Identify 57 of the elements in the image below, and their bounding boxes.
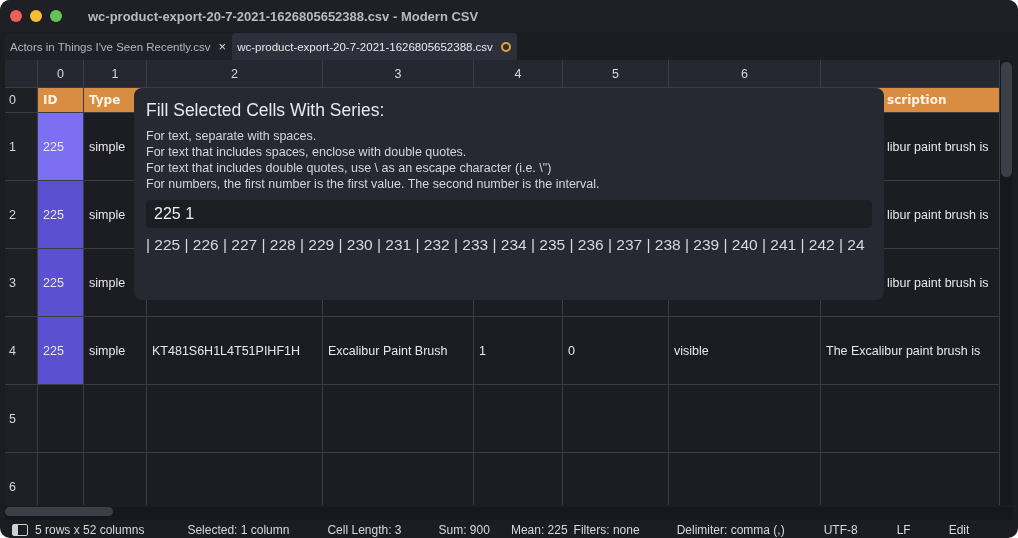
minimize-window-button[interactable] <box>30 10 42 22</box>
status-item: 5 rows x 52 columns <box>35 523 145 537</box>
column-header[interactable]: 0 <box>38 60 84 88</box>
close-window-button[interactable] <box>10 10 22 22</box>
status-item: Filters: none <box>573 523 640 537</box>
table-cell[interactable]: 0 <box>563 317 669 385</box>
scrollbar-thumb[interactable] <box>5 507 113 516</box>
window-title: wc-product-export-20-7-2021-1626805652388.csv - Modern CSV <box>88 8 479 24</box>
column-header[interactable] <box>821 60 1000 88</box>
empty-cell[interactable] <box>84 385 147 453</box>
dialog-title: Fill Selected Cells With Series: <box>146 100 386 121</box>
column-header[interactable]: 2 <box>147 60 323 88</box>
status-item: Mean: 225 <box>510 523 568 537</box>
column-header[interactable]: 5 <box>563 60 669 88</box>
column-header[interactable]: 1 <box>84 60 147 88</box>
scrollbar-thumb[interactable] <box>1001 62 1012 177</box>
row-number[interactable]: 5 <box>5 385 38 453</box>
empty-cell[interactable] <box>563 385 669 453</box>
table-cell[interactable]: 225 <box>38 249 84 317</box>
status-item: Delimiter: comma (,) <box>676 523 785 537</box>
file-tab[interactable]: Actors in Things I've Seen Recently.csv × <box>5 33 233 60</box>
column-header[interactable]: 4 <box>474 60 563 88</box>
row-number[interactable]: 6 <box>5 453 38 505</box>
zoom-window-button[interactable] <box>50 10 62 22</box>
series-input-field[interactable]: 225 1 <box>146 200 872 228</box>
table-cell[interactable]: visible <box>669 317 821 385</box>
row-number[interactable]: 2 <box>5 181 38 249</box>
empty-cell[interactable] <box>323 385 474 453</box>
column-header[interactable]: 3 <box>323 60 474 88</box>
help-text: For text that includes double quotes, use \ as an escape character (i.e. \") <box>146 160 553 176</box>
status-item: Selected: 1 column <box>187 523 290 537</box>
status-item: Cell Length: 3 <box>327 523 402 537</box>
help-text: For text, separate with spaces. <box>146 128 318 144</box>
column-header[interactable]: 6 <box>669 60 821 88</box>
table-cell[interactable]: 225 <box>38 181 84 249</box>
help-text: For text that includes spaces, enclose with double quotes. <box>146 144 468 160</box>
close-icon[interactable]: × <box>218 39 227 54</box>
empty-cell[interactable] <box>147 385 323 453</box>
status-item: Sum: 900 <box>438 523 490 537</box>
table-cell[interactable]: simple <box>84 317 147 385</box>
row-number[interactable]: 1 <box>5 113 38 181</box>
row-number[interactable]: 3 <box>5 249 38 317</box>
table-cell[interactable]: 1 <box>474 317 563 385</box>
sidebar-toggle-icon[interactable] <box>12 524 28 536</box>
file-tab[interactable]: wc-product-export-20-7-2021-1626805652388.csv <box>232 33 517 60</box>
corner-cell[interactable] <box>5 60 38 88</box>
status-item: LF <box>896 523 911 537</box>
row-number[interactable]: 4 <box>5 317 38 385</box>
empty-cell[interactable] <box>669 385 821 453</box>
table-cell[interactable]: KT481S6H1L4T51PIHF1H <box>147 317 323 385</box>
status-item: Edit <box>948 523 970 537</box>
table-cell[interactable]: 225 <box>38 317 84 385</box>
status-item: UTF-8 <box>823 523 858 537</box>
row-number[interactable]: 0 <box>5 88 38 113</box>
help-text: For numbers, the first number is the first value. The second number is the interval. <box>146 176 601 192</box>
table-cell[interactable]: Excalibur Paint Brush <box>323 317 474 385</box>
empty-cell[interactable] <box>474 385 563 453</box>
